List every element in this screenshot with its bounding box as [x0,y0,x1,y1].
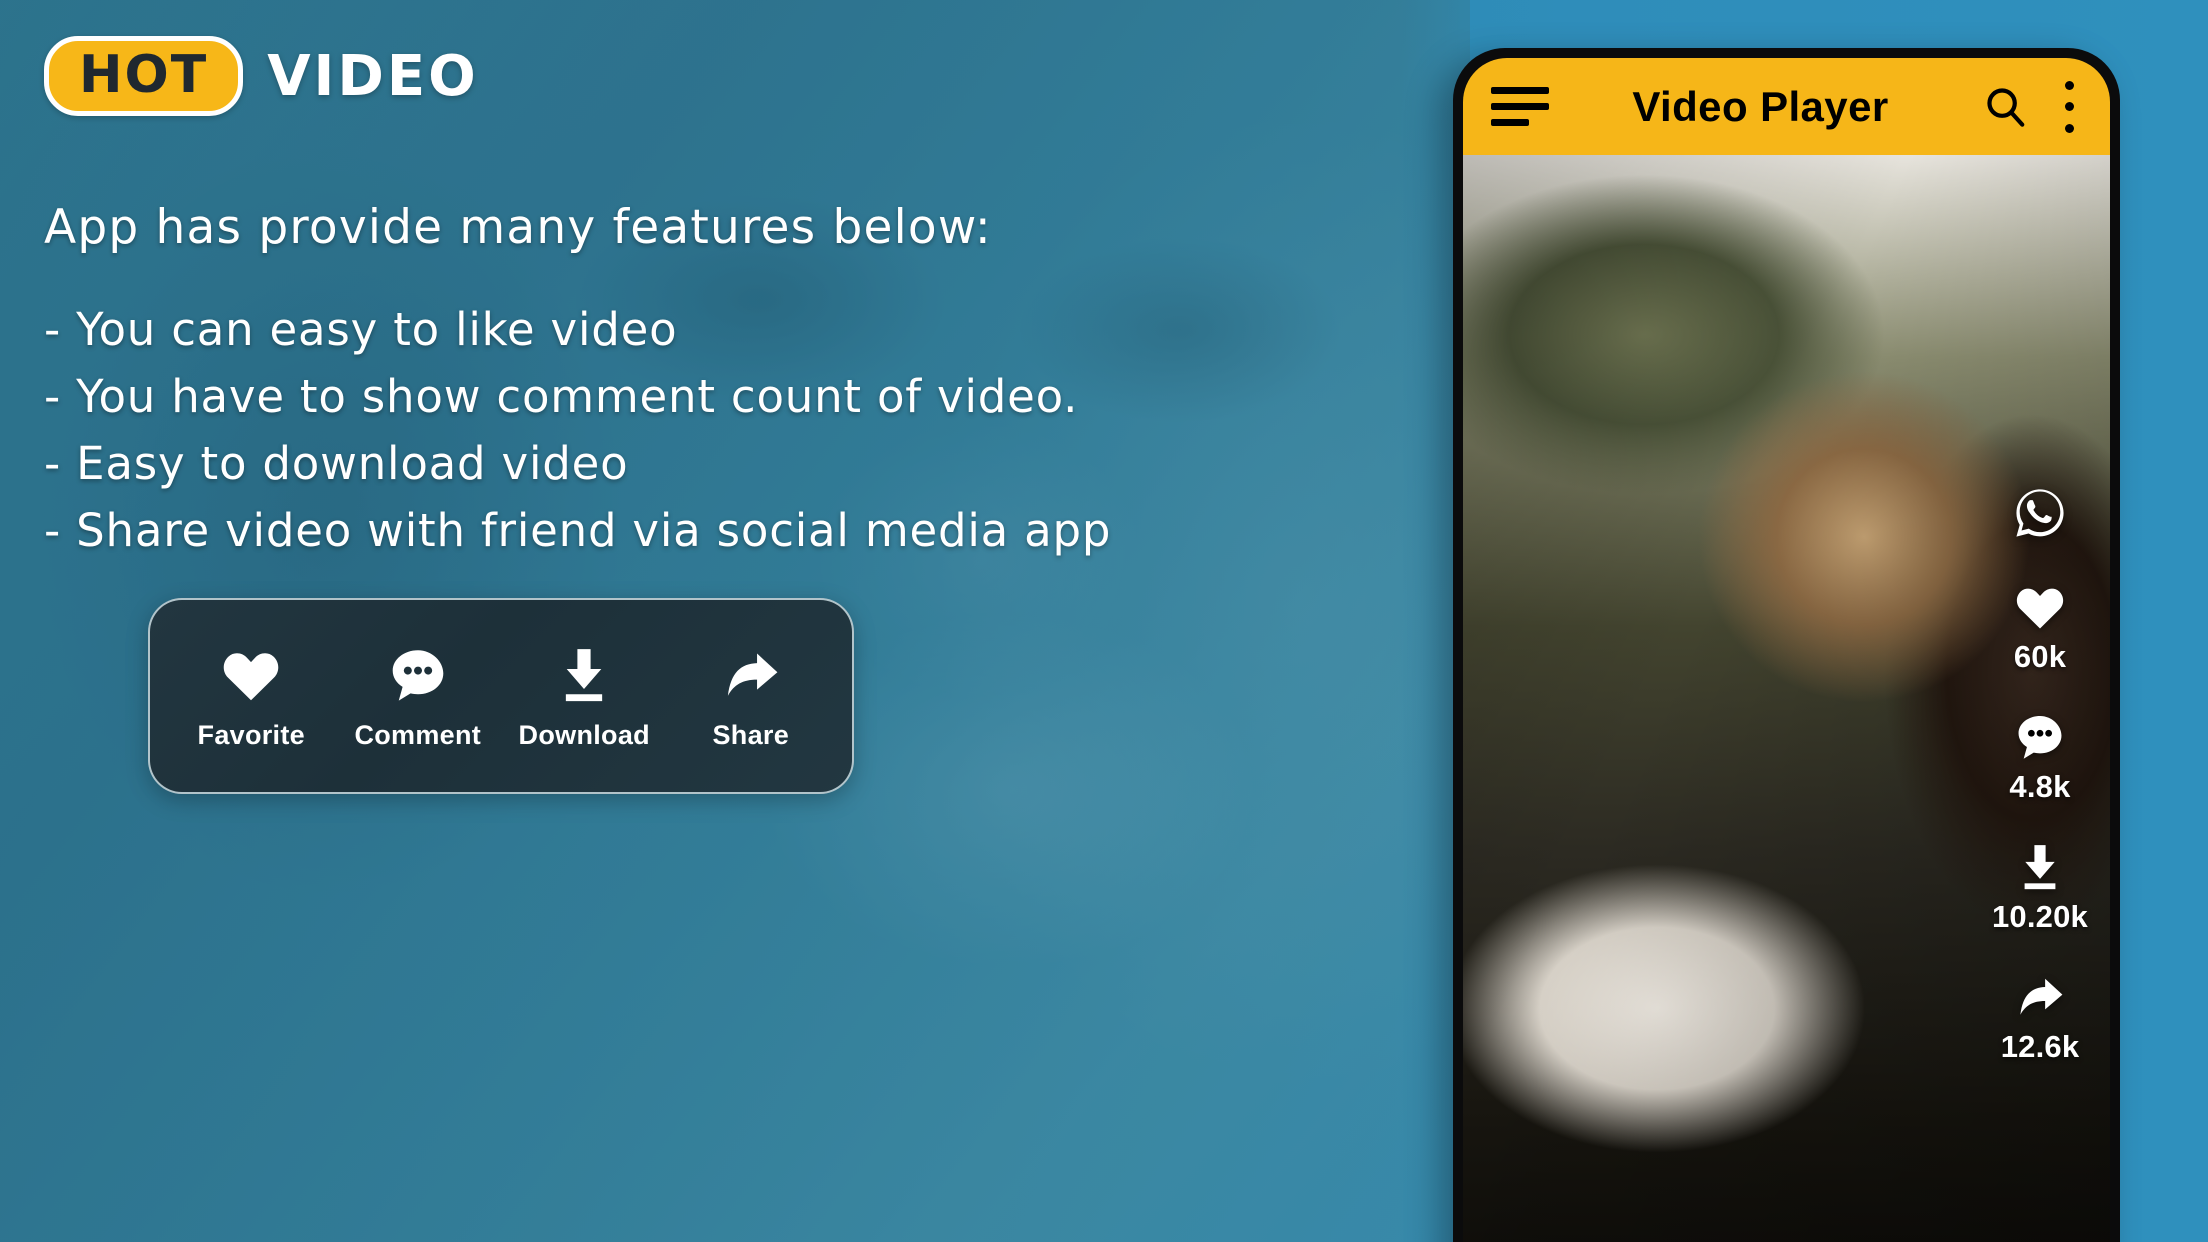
heart-icon [218,642,284,708]
feature-copy-block: App has provide many features below: - Y… [44,200,1112,575]
app-bar: Video Player [1463,58,2110,155]
action-label: Comment [354,719,482,750]
video-player-surface[interactable]: 60k 4.8k 10.20k 12.6k [1463,155,2110,1242]
action-bar-card: Favorite Comment Download Share [148,598,854,794]
rail-count: 12.6k [2000,1029,2080,1064]
rail-count: 60k [2013,639,2067,674]
logo-hot-badge: HOT [44,36,244,116]
rail-whatsapp-button[interactable] [2012,485,2068,545]
action-download-button[interactable]: Download [518,642,650,751]
video-action-rail: 60k 4.8k 10.20k 12.6k [1992,485,2088,1065]
share-arrow-icon [718,642,784,708]
action-comment-button[interactable]: Comment [352,642,484,751]
whatsapp-icon [2012,485,2068,541]
action-favorite-button[interactable]: Favorite [185,642,317,751]
action-label: Favorite [197,719,305,750]
app-title: Video Player [1632,82,1889,130]
feature-line: - Share video with friend via social med… [44,504,1112,557]
hamburger-icon[interactable] [1491,87,1549,127]
share-arrow-icon [2012,969,2068,1025]
heart-icon [2012,579,2068,635]
feature-line: - You can easy to like video [44,303,678,356]
rail-count: 4.8k [2009,769,2071,804]
rail-download-button[interactable]: 10.20k [1992,839,2088,935]
rail-like-button[interactable]: 60k [2012,579,2068,675]
rail-share-button[interactable]: 12.6k [2001,969,2080,1065]
rail-comment-button[interactable]: 4.8k [2009,709,2070,805]
rail-count: 10.20k [1991,899,2088,934]
logo-video-word: VIDEO [267,43,479,109]
kebab-menu-icon[interactable] [2056,80,2082,133]
phone-screen: Video Player 60k 4.8k 10.20k 12.6k [1463,58,2110,1242]
brand-logo: HOT VIDEO [44,36,479,116]
feature-line: - Easy to download video [44,437,629,490]
action-label: Share [712,719,790,750]
action-label: Download [518,719,650,750]
search-icon[interactable] [1982,84,2028,130]
phone-mockup: Video Player 60k 4.8k 10.20k 12.6k [1453,48,2120,1242]
page-title: App has provide many features below: [44,200,992,255]
feature-line: - You have to show comment count of vide… [44,370,1079,423]
comment-bubble-icon [385,642,451,708]
download-arrow-icon [551,642,617,708]
download-arrow-icon [2012,839,2068,895]
action-share-button[interactable]: Share [685,642,817,751]
comment-bubble-icon [2012,709,2068,765]
